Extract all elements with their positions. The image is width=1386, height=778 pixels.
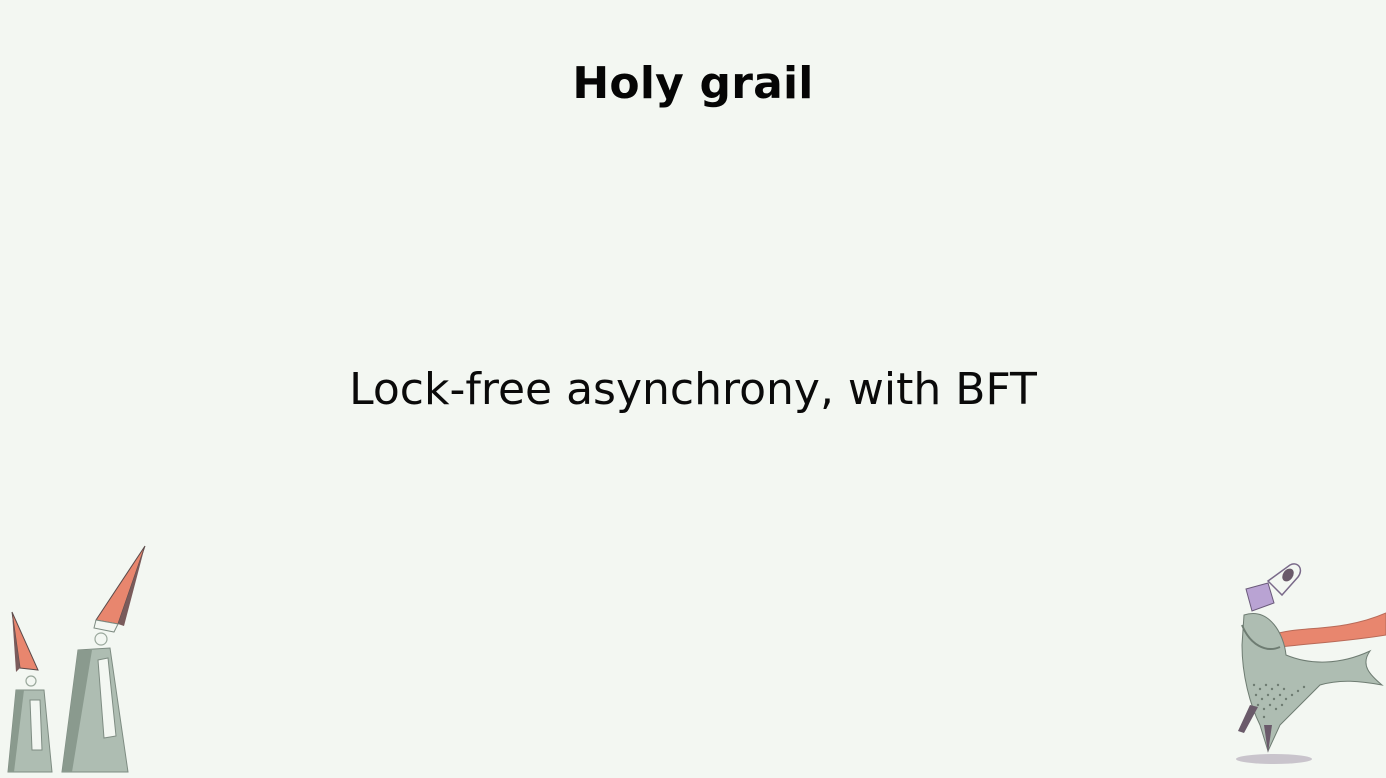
gnome-figures-illustration	[7, 545, 146, 773]
slide: Holy grail Lock-free asynchrony, with BF…	[0, 0, 1386, 778]
slide-body-text: Lock-free asynchrony, with BFT	[349, 364, 1037, 415]
running-figure-illustration	[1236, 563, 1386, 764]
slide-title: Holy grail	[572, 58, 814, 109]
